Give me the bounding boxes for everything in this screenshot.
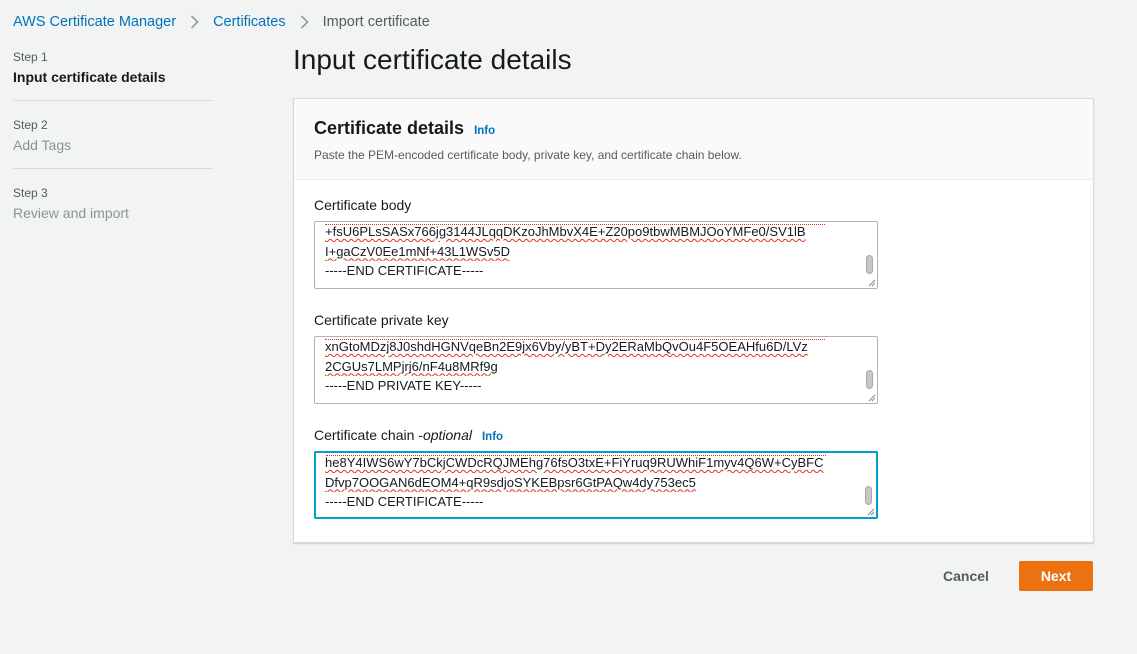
spellcheck-underline <box>325 222 825 225</box>
certificate-details-panel: Certificate details Info Paste the PEM-e… <box>293 98 1094 543</box>
step-title: Review and import <box>13 205 129 221</box>
textarea-line: Dfvp7OOGAN6dEOM4+qR9sdjoSYKEBpsr6GtPAQw4… <box>325 474 696 490</box>
cancel-button[interactable]: Cancel <box>926 561 1006 591</box>
field-label: Certificate private key <box>314 312 878 328</box>
resize-handle-icon[interactable] <box>867 393 876 402</box>
certificate-chain-label: Certificate chain - <box>314 427 423 443</box>
certificate-chain-field: Certificate chain - optional Info he8Y4I… <box>314 427 878 519</box>
textarea-line: 2CGUs7LMPjrj6/nF4u8MRf9g <box>325 358 498 374</box>
resize-handle-icon[interactable] <box>867 278 876 287</box>
step-title: Input certificate details <box>13 69 166 85</box>
breadcrumb-current: Import certificate <box>322 14 430 30</box>
page-title: Input certificate details <box>293 44 572 75</box>
chevron-right-icon <box>190 15 199 29</box>
certificate-body-label: Certificate body <box>314 197 412 213</box>
optional-label: optional <box>422 427 472 443</box>
chain-info-link[interactable]: Info <box>482 431 503 443</box>
private-key-field: Certificate private key xnGtoMDzj8J0shdH… <box>314 312 878 404</box>
wizard-step-3: Step 3 Review and import <box>13 186 213 236</box>
chevron-right-icon <box>300 15 309 29</box>
textarea-scrollbar[interactable] <box>865 486 872 505</box>
field-label: Certificate body <box>314 197 878 213</box>
next-button[interactable]: Next <box>1019 561 1093 591</box>
panel-header: Certificate details Info Paste the PEM-e… <box>294 99 1093 180</box>
textarea-line: -----END CERTIFICATE----- <box>325 494 484 509</box>
private-key-label: Certificate private key <box>314 312 449 328</box>
step-number: Step 2 <box>13 118 48 132</box>
field-label: Certificate chain - optional Info <box>314 427 878 443</box>
textarea-line: -----END CERTIFICATE----- <box>325 263 484 278</box>
textarea-scrollbar[interactable] <box>866 255 873 274</box>
resize-handle-icon[interactable] <box>866 507 875 516</box>
breadcrumb-acm-link[interactable]: AWS Certificate Manager <box>13 14 176 30</box>
certificate-body-field: Certificate body +fsU6PLsSASx766jg3144JL… <box>314 197 878 289</box>
step-number: Step 3 <box>13 186 48 200</box>
breadcrumb-certificates-link[interactable]: Certificates <box>213 14 286 30</box>
certificate-chain-input[interactable]: he8Y4IWS6wY7bCkjCWDcRQJMEhg76fsO3txE+FiY… <box>314 451 878 519</box>
spellcheck-underline <box>326 453 826 456</box>
spellcheck-underline <box>325 337 825 340</box>
info-link[interactable]: Info <box>474 125 495 137</box>
textarea-line: -----END PRIVATE KEY----- <box>325 378 482 393</box>
wizard-step-1: Step 1 Input certificate details <box>13 50 213 101</box>
panel-title: Certificate details <box>314 118 465 138</box>
step-title: Add Tags <box>13 137 72 153</box>
wizard-steps: Step 1 Input certificate details Step 2 … <box>13 50 213 253</box>
breadcrumb: AWS Certificate Manager Certificates Imp… <box>13 13 430 31</box>
wizard-step-2: Step 2 Add Tags <box>13 118 213 169</box>
textarea-line: I+gaCzV0Ee1mNf+43L1WSv5D <box>325 243 510 259</box>
private-key-input[interactable]: xnGtoMDzj8J0shdHGNVqeBn2E9jx6Vby/yBT+Dy2… <box>314 336 878 404</box>
textarea-scrollbar[interactable] <box>866 370 873 389</box>
step-number: Step 1 <box>13 50 48 64</box>
panel-description: Paste the PEM-encoded certificate body, … <box>314 148 742 162</box>
certificate-body-input[interactable]: +fsU6PLsSASx766jg3144JLqqDKzoJhMbvX4E+Z2… <box>314 221 878 289</box>
